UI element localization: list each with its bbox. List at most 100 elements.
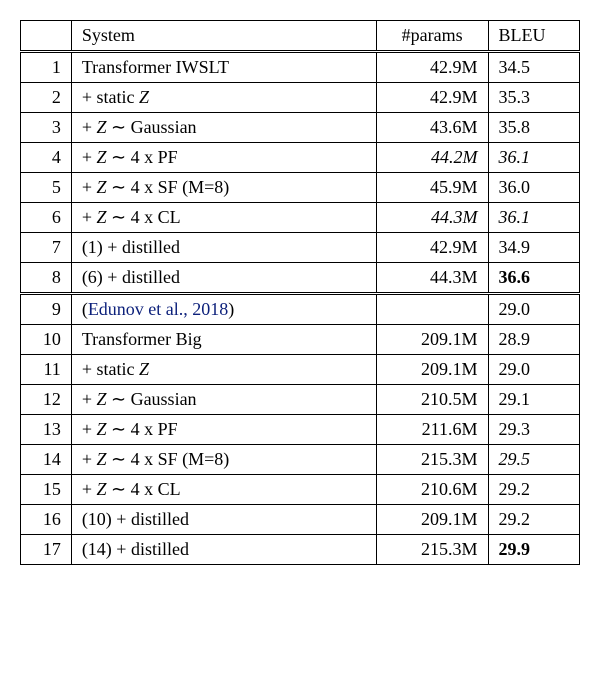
row-num: 7 bbox=[21, 233, 72, 263]
table-row: 11 + static Z 209.1M 29.0 bbox=[21, 355, 580, 385]
row-num: 13 bbox=[21, 415, 72, 445]
row-num: 3 bbox=[21, 113, 72, 143]
row-num: 1 bbox=[21, 52, 72, 83]
row-bleu: 29.9 bbox=[488, 535, 579, 565]
row-bleu: 36.0 bbox=[488, 173, 579, 203]
row-system: Transformer Big bbox=[71, 325, 376, 355]
row-bleu: 36.1 bbox=[488, 143, 579, 173]
math-z: Z bbox=[139, 359, 149, 379]
row-params: 215.3M bbox=[376, 445, 488, 475]
row-num: 12 bbox=[21, 385, 72, 415]
math-z: Z bbox=[139, 87, 149, 107]
row-num: 4 bbox=[21, 143, 72, 173]
row-params: 45.9M bbox=[376, 173, 488, 203]
row-params: 211.6M bbox=[376, 415, 488, 445]
sys-rel: ∼ Gaussian bbox=[111, 389, 197, 409]
math-z: Z bbox=[96, 449, 106, 469]
row-params: 43.6M bbox=[376, 113, 488, 143]
row-params: 210.5M bbox=[376, 385, 488, 415]
table-row: 12 + Z ∼ Gaussian 210.5M 29.1 bbox=[21, 385, 580, 415]
results-table: System #params BLEU 1 Transformer IWSLT … bbox=[20, 20, 580, 565]
row-params bbox=[376, 294, 488, 325]
row-params: 209.1M bbox=[376, 355, 488, 385]
row-bleu: 29.2 bbox=[488, 475, 579, 505]
table-row: 9 (Edunov et al., 2018) 29.0 bbox=[21, 294, 580, 325]
row-params: 209.1M bbox=[376, 325, 488, 355]
math-z: Z bbox=[96, 117, 106, 137]
sys-rel: ∼ 4 x PF bbox=[111, 419, 178, 439]
row-params: 215.3M bbox=[376, 535, 488, 565]
math-z: Z bbox=[96, 207, 106, 227]
row-params: 209.1M bbox=[376, 505, 488, 535]
row-system: + Z ∼ 4 x SF (M=8) bbox=[71, 445, 376, 475]
row-params: 210.6M bbox=[376, 475, 488, 505]
math-z: Z bbox=[96, 389, 106, 409]
sys-text: + bbox=[82, 449, 92, 469]
sys-text: + bbox=[82, 479, 92, 499]
row-system: + static Z bbox=[71, 83, 376, 113]
sys-text: + static bbox=[82, 87, 135, 107]
row-system: (1) + distilled bbox=[71, 233, 376, 263]
row-bleu: 29.1 bbox=[488, 385, 579, 415]
row-system: + static Z bbox=[71, 355, 376, 385]
sys-rel: ∼ 4 x CL bbox=[111, 207, 181, 227]
sys-rel: ∼ 4 x SF (M=8) bbox=[111, 177, 229, 197]
row-system: + Z ∼ 4 x CL bbox=[71, 475, 376, 505]
header-num bbox=[21, 21, 72, 52]
row-system: + Z ∼ Gaussian bbox=[71, 385, 376, 415]
row-bleu: 29.3 bbox=[488, 415, 579, 445]
cite-link: Edunov et al., 2018 bbox=[88, 299, 228, 319]
row-bleu: 36.6 bbox=[488, 263, 579, 294]
row-system: (10) + distilled bbox=[71, 505, 376, 535]
table-row: 17 (14) + distilled 215.3M 29.9 bbox=[21, 535, 580, 565]
row-bleu: 34.9 bbox=[488, 233, 579, 263]
sys-rel: ∼ 4 x PF bbox=[111, 147, 178, 167]
row-system: (6) + distilled bbox=[71, 263, 376, 294]
row-system: (14) + distilled bbox=[71, 535, 376, 565]
row-system: + Z ∼ 4 x PF bbox=[71, 143, 376, 173]
sys-text: + static bbox=[82, 359, 135, 379]
table-row: 6 + Z ∼ 4 x CL 44.3M 36.1 bbox=[21, 203, 580, 233]
table-row: 15 + Z ∼ 4 x CL 210.6M 29.2 bbox=[21, 475, 580, 505]
sys-text: + bbox=[82, 207, 92, 227]
row-params: 42.9M bbox=[376, 83, 488, 113]
row-num: 10 bbox=[21, 325, 72, 355]
row-num: 17 bbox=[21, 535, 72, 565]
table-row: 3 + Z ∼ Gaussian 43.6M 35.8 bbox=[21, 113, 580, 143]
table-row: 10 Transformer Big 209.1M 28.9 bbox=[21, 325, 580, 355]
row-bleu: 29.2 bbox=[488, 505, 579, 535]
math-z: Z bbox=[96, 147, 106, 167]
header-params: #params bbox=[376, 21, 488, 52]
row-bleu: 36.1 bbox=[488, 203, 579, 233]
sys-rel: ∼ 4 x CL bbox=[111, 479, 181, 499]
sys-rel: ∼ Gaussian bbox=[111, 117, 197, 137]
row-num: 8 bbox=[21, 263, 72, 294]
row-num: 14 bbox=[21, 445, 72, 475]
row-bleu: 34.5 bbox=[488, 52, 579, 83]
table-row: 7 (1) + distilled 42.9M 34.9 bbox=[21, 233, 580, 263]
table-row: 8 (6) + distilled 44.3M 36.6 bbox=[21, 263, 580, 294]
row-num: 6 bbox=[21, 203, 72, 233]
row-params: 44.2M bbox=[376, 143, 488, 173]
table-row: 2 + static Z 42.9M 35.3 bbox=[21, 83, 580, 113]
row-num: 2 bbox=[21, 83, 72, 113]
row-bleu: 29.5 bbox=[488, 445, 579, 475]
header-row: System #params BLEU bbox=[21, 21, 580, 52]
math-z: Z bbox=[96, 419, 106, 439]
row-system: + Z ∼ Gaussian bbox=[71, 113, 376, 143]
math-z: Z bbox=[96, 177, 106, 197]
row-num: 9 bbox=[21, 294, 72, 325]
row-params: 44.3M bbox=[376, 263, 488, 294]
table-row: 14 + Z ∼ 4 x SF (M=8) 215.3M 29.5 bbox=[21, 445, 580, 475]
row-num: 5 bbox=[21, 173, 72, 203]
row-bleu: 35.3 bbox=[488, 83, 579, 113]
table-row: 13 + Z ∼ 4 x PF 211.6M 29.3 bbox=[21, 415, 580, 445]
row-params: 44.3M bbox=[376, 203, 488, 233]
table-row: 16 (10) + distilled 209.1M 29.2 bbox=[21, 505, 580, 535]
sys-text: + bbox=[82, 117, 92, 137]
row-bleu: 28.9 bbox=[488, 325, 579, 355]
sys-text: + bbox=[82, 147, 92, 167]
math-z: Z bbox=[96, 479, 106, 499]
row-system: (Edunov et al., 2018) bbox=[71, 294, 376, 325]
row-num: 11 bbox=[21, 355, 72, 385]
